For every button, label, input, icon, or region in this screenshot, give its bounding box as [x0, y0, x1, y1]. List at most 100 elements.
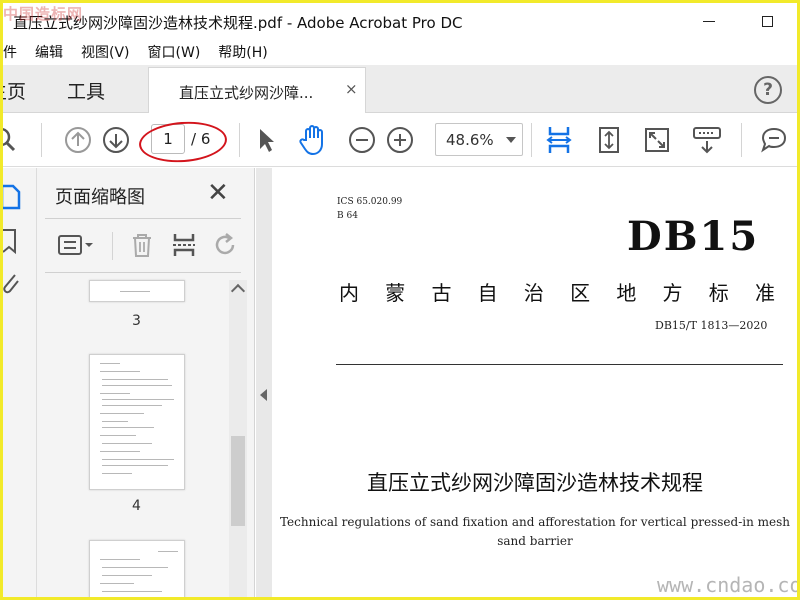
toolbar-separator — [741, 123, 742, 157]
menu-file[interactable]: 件 — [3, 42, 17, 62]
page-split-icon — [173, 234, 195, 256]
minimize-button[interactable] — [686, 7, 732, 35]
panel-separator — [112, 232, 113, 260]
navigation-strip — [3, 168, 37, 597]
list-options-icon — [58, 235, 93, 255]
doc-standard-code: DB15/T 1813—2020 — [655, 319, 768, 332]
panel-divider — [45, 218, 241, 219]
close-panel-button[interactable]: ✕ — [207, 178, 229, 208]
comment-button[interactable] — [757, 125, 791, 155]
thumbnail-text-line — [100, 435, 136, 436]
panel-divider — [45, 272, 241, 273]
thumbnail-text-line — [102, 399, 174, 400]
doc-region-char: 方 — [662, 281, 683, 305]
page-thumbnail-3[interactable] — [89, 280, 185, 302]
help-icon[interactable]: ? — [754, 76, 782, 104]
thumbnail-text-line — [102, 567, 168, 568]
zoom-in-button[interactable] — [385, 125, 415, 155]
tab-home[interactable]: 主页 — [3, 77, 26, 104]
doc-region-char: 治 — [523, 281, 544, 305]
hand-tool-button[interactable] — [296, 123, 330, 157]
doc-region-char: 标 — [708, 281, 729, 305]
thumbnail-page-number: 3 — [132, 313, 141, 329]
doc-region-char: 古 — [431, 281, 452, 305]
select-tool-button[interactable] — [251, 125, 281, 155]
thumbnail-text-line — [100, 583, 134, 584]
tab-close-button[interactable]: × — [345, 80, 358, 98]
cursor-arrow-icon — [260, 129, 274, 152]
paperclip-icon — [3, 274, 19, 294]
site-watermark-bottom: www.cndao.com — [657, 573, 800, 597]
thumbnail-text-line — [100, 363, 120, 364]
application-window: 直压立式纱网沙障固沙造林技术规程.pdf - Adobe Acrobat Pro… — [0, 0, 800, 600]
page-thumbnail-4[interactable] — [89, 354, 185, 490]
page-thumbnail-5[interactable] — [89, 540, 185, 597]
arrow-up-circle-icon — [65, 127, 91, 153]
bookmark-icon — [3, 229, 16, 255]
search-icon — [3, 127, 16, 152]
maximize-button[interactable] — [744, 7, 790, 35]
rotate-view-button[interactable] — [593, 123, 625, 157]
toolbar-separator — [41, 123, 42, 157]
panel-title: 页面缩略图 — [55, 187, 145, 208]
delete-page-button[interactable] — [127, 230, 157, 260]
minus-circle-icon — [349, 127, 375, 153]
doc-ics-code: ICS 65.020.99 — [337, 197, 403, 207]
fit-width-button[interactable] — [543, 123, 575, 157]
menu-bar: 件 编辑 视图(V) 窗口(W) 帮助(H) — [3, 39, 797, 65]
keyboard-down-icon — [693, 127, 721, 154]
doc-title-chinese: 直压立式纱网沙障固沙造林技术规程 — [367, 471, 703, 495]
doc-region-char: 内 — [339, 281, 359, 305]
collapse-left-icon[interactable] — [260, 389, 267, 401]
doc-classification: B 64 — [337, 211, 358, 221]
next-page-button[interactable] — [101, 125, 131, 155]
trash-icon — [133, 234, 151, 257]
doc-horizontal-rule — [336, 364, 783, 365]
menu-window[interactable]: 窗口(W) — [148, 42, 201, 62]
previous-page-button[interactable] — [63, 125, 93, 155]
search-button[interactable] — [3, 125, 21, 155]
doc-region-char: 地 — [616, 281, 637, 305]
thumbnail-options-button[interactable] — [55, 230, 97, 260]
split-page-button[interactable] — [169, 230, 199, 260]
thumbnail-text-line — [100, 371, 140, 372]
thumbnail-text-line — [102, 379, 168, 380]
thumbnail-text-line — [102, 465, 168, 466]
tab-bar: 主页 工具 直压立式纱网沙障... × — [3, 65, 797, 114]
toolbar-separator — [239, 123, 240, 157]
panel-collapse-handle[interactable] — [256, 168, 272, 597]
rotate-icon — [215, 233, 235, 255]
doc-region-char: 蒙 — [385, 281, 406, 305]
tab-tools[interactable]: 工具 — [67, 77, 105, 104]
toolbar-separator — [531, 123, 532, 157]
comment-icon — [761, 127, 787, 153]
attachments-nav-button[interactable] — [3, 268, 25, 298]
thumbnail-page-number: 4 — [132, 498, 141, 514]
page-thumbnails-nav-button[interactable] — [3, 182, 25, 212]
menu-edit[interactable]: 编辑 — [35, 42, 63, 62]
zoom-out-button[interactable] — [347, 125, 377, 155]
rotate-page-button[interactable] — [211, 230, 241, 260]
thumbnail-text-line — [100, 393, 130, 394]
maximize-icon — [761, 15, 773, 27]
doc-region-char: 准 — [754, 281, 775, 305]
thumbnail-text-line — [102, 427, 154, 428]
tab-document[interactable]: 直压立式纱网沙障... × — [148, 67, 366, 114]
thumbnail-text-line — [100, 559, 140, 560]
toolbar: 1 / 6 48.6% — [3, 113, 797, 167]
thumbnail-scrollbar-thumb[interactable] — [231, 436, 245, 526]
pages-icon — [3, 184, 21, 210]
keyboard-tool-button[interactable] — [689, 123, 725, 157]
zoom-level-value: 48.6% — [446, 131, 494, 149]
zoom-level-dropdown[interactable]: 48.6% — [435, 123, 523, 156]
thumbnail-text-line — [120, 291, 150, 292]
thumbnail-text-line — [102, 473, 132, 474]
site-watermark-top: 中国造标网 — [3, 5, 84, 23]
menu-help[interactable]: 帮助(H) — [218, 42, 267, 62]
full-screen-button[interactable] — [641, 123, 673, 157]
bookmarks-nav-button[interactable] — [3, 226, 25, 256]
thumbnail-text-line — [100, 413, 144, 414]
doc-region-char: 自 — [477, 281, 498, 305]
menu-view[interactable]: 视图(V) — [81, 42, 130, 62]
thumbnail-text-line — [102, 591, 162, 592]
